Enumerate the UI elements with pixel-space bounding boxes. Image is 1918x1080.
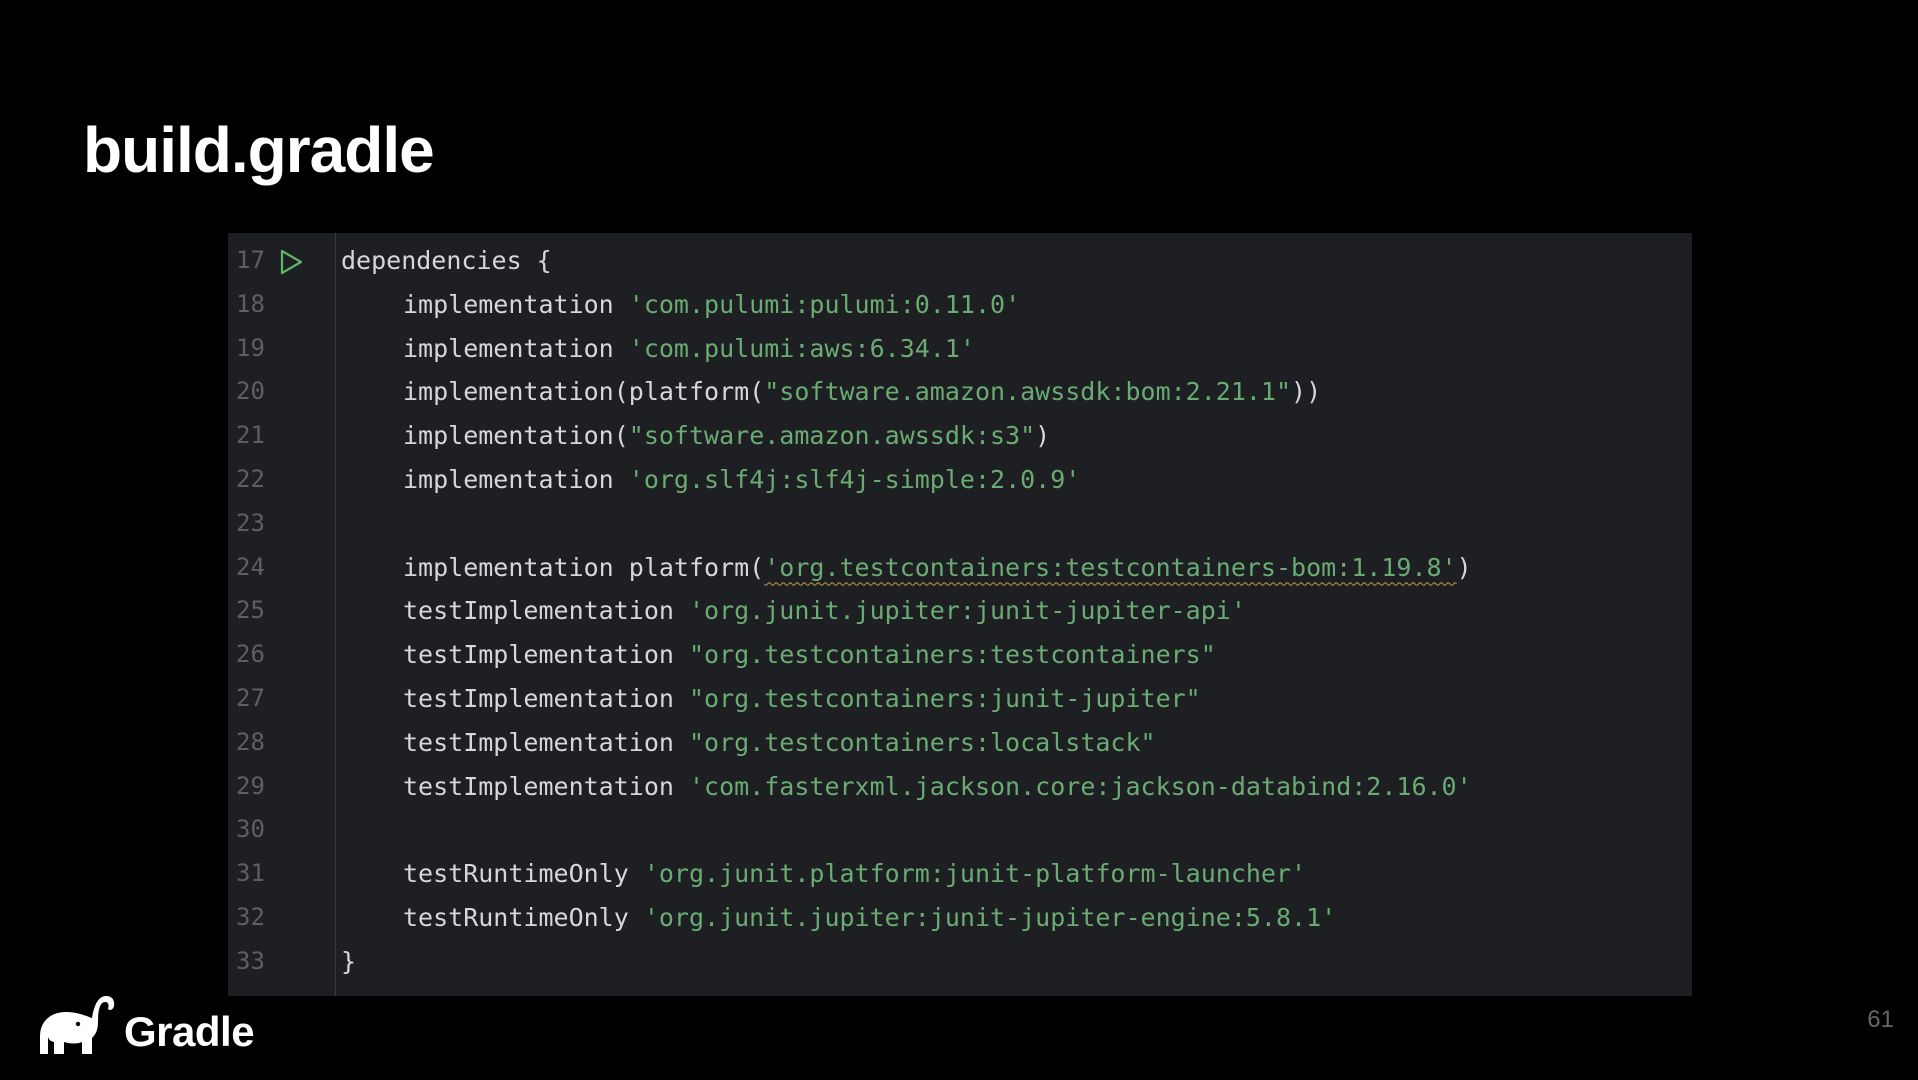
code-text: implementation 'org.slf4j:slf4j-simple:2… — [341, 458, 1080, 502]
line-number: 22 — [236, 464, 265, 493]
code-token: } — [341, 946, 357, 976]
brand-name: Gradle — [124, 1008, 255, 1055]
run-gutter-icon[interactable] — [278, 249, 304, 275]
code-token: implementation — [403, 464, 629, 494]
line-number: 33 — [236, 946, 265, 975]
code-line[interactable]: 24 implementation platform('org.testconta… — [228, 546, 1692, 590]
code-text: implementation 'com.pulumi:aws:6.34.1' — [341, 327, 975, 371]
string-literal: 'org.junit.jupiter:junit-jupiter-engine:… — [643, 902, 1337, 932]
string-literal: "org.testcontainers:testcontainers" — [688, 640, 1216, 670]
string-literal: 'org.slf4j:slf4j-simple:2.0.9' — [628, 464, 1081, 494]
string-literal: 'com.pulumi:aws:6.34.1' — [628, 333, 975, 363]
code-token: testImplementation — [403, 640, 689, 670]
page-number: 61 — [1867, 1006, 1894, 1033]
string-literal: "org.testcontainers:localstack" — [688, 727, 1156, 757]
code-line[interactable]: 31 testRuntimeOnly 'org.junit.platform:ju… — [228, 852, 1692, 896]
code-text: testImplementation "org.testcontainers:t… — [341, 633, 1216, 677]
code-token: dependencies { — [341, 246, 552, 275]
code-text: dependencies { — [341, 239, 552, 283]
slide-title: build.gradle — [83, 114, 435, 186]
code-token-tail: ) — [1456, 552, 1472, 582]
gradle-logo: Gradle — [34, 992, 255, 1056]
code-line[interactable]: 22 implementation 'org.slf4j:slf4j-simple… — [228, 458, 1692, 502]
code-line[interactable]: 26 testImplementation "org.testcontainers… — [228, 633, 1692, 677]
string-literal: 'org.junit.jupiter:junit-jupiter-api' — [688, 596, 1246, 626]
code-text: implementation 'com.pulumi:pulumi:0.11.0… — [341, 283, 1020, 327]
code-token: testRuntimeOnly — [403, 859, 644, 889]
code-token: testRuntimeOnly — [403, 902, 644, 932]
code-text: testImplementation "org.testcontainers:l… — [341, 721, 1156, 765]
code-line[interactable]: 29 testImplementation 'com.fasterxml.jack… — [228, 765, 1692, 809]
code-token: implementation(platform( — [403, 377, 765, 407]
string-literal-warning: 'org.testcontainers:testcontainers-bom:1… — [764, 552, 1457, 582]
string-literal: "software.amazon.awssdk:s3" — [628, 421, 1036, 451]
code-line[interactable]: 30 — [228, 808, 1692, 852]
elephant-icon — [40, 996, 115, 1054]
code-editor[interactable]: 17 dependencies { 18 implementation 'com.pu… — [228, 233, 1692, 996]
string-literal: "software.amazon.awssdk:bom:2.21.1" — [764, 377, 1292, 407]
code-line[interactable]: 18 implementation 'com.pulumi:pulumi:0.11… — [228, 283, 1692, 327]
string-literal: 'com.pulumi:pulumi:0.11.0' — [628, 289, 1021, 319]
code-line[interactable]: 27 testImplementation "org.testcontainers… — [228, 677, 1692, 721]
code-token: implementation — [403, 333, 629, 363]
code-token: testImplementation — [403, 771, 689, 801]
line-number: 30 — [236, 815, 265, 844]
line-number: 19 — [236, 333, 265, 362]
code-line[interactable]: 19 implementation 'com.pulumi:aws:6.34.1' — [228, 327, 1692, 371]
code-line[interactable]: 28 testImplementation "org.testcontainers… — [228, 721, 1692, 765]
line-number: 23 — [236, 508, 265, 537]
code-line[interactable]: 21 implementation("software.amazon.awssdk… — [228, 414, 1692, 458]
code-line[interactable]: 20 implementation(platform("software.amaz… — [228, 370, 1692, 414]
code-line[interactable]: 17 dependencies { — [228, 239, 1692, 283]
line-number: 17 — [236, 246, 265, 274]
code-token: implementation( — [403, 421, 629, 451]
code-text: implementation("software.amazon.awssdk:s… — [341, 414, 1050, 458]
line-number: 26 — [236, 640, 265, 669]
code-text: testImplementation 'org.junit.jupiter:ju… — [341, 589, 1246, 633]
string-literal: 'org.junit.platform:junit-platform-launc… — [643, 859, 1307, 889]
line-number: 20 — [236, 377, 265, 406]
line-number: 27 — [236, 683, 265, 712]
line-number: 29 — [236, 771, 265, 800]
code-token-tail: )) — [1291, 377, 1322, 407]
string-literal: "org.testcontainers:junit-jupiter" — [688, 683, 1201, 713]
line-number: 28 — [236, 727, 265, 756]
line-number: 31 — [236, 859, 265, 888]
line-number: 18 — [236, 289, 265, 318]
code-token: implementation platform( — [403, 552, 765, 582]
code-text: implementation platform('org.testcontain… — [341, 546, 1472, 590]
code-token: testImplementation — [403, 596, 689, 626]
line-number: 21 — [236, 421, 265, 450]
code-token-tail: ) — [1035, 421, 1051, 451]
line-number: 32 — [236, 902, 265, 931]
line-number: 24 — [236, 552, 265, 581]
code-line[interactable]: 23 — [228, 502, 1692, 546]
code-line[interactable]: 32 testRuntimeOnly 'org.junit.jupiter:jun… — [228, 896, 1692, 940]
line-number: 25 — [236, 596, 265, 625]
code-lines: 17 dependencies { 18 implementation 'com.pu… — [228, 239, 1692, 984]
code-token: testImplementation — [403, 727, 689, 757]
code-text: testRuntimeOnly 'org.junit.jupiter:junit… — [341, 896, 1336, 940]
code-token: testImplementation — [403, 683, 689, 713]
code-text: } — [341, 940, 356, 984]
code-text: testImplementation "org.testcontainers:j… — [341, 677, 1201, 721]
code-text: testImplementation 'com.fasterxml.jackso… — [341, 765, 1472, 809]
code-text: testRuntimeOnly 'org.junit.platform:juni… — [341, 852, 1306, 896]
code-line[interactable]: 25 testImplementation 'org.junit.jupiter:… — [228, 589, 1692, 633]
code-text: implementation(platform("software.amazon… — [341, 370, 1321, 414]
string-literal: 'com.fasterxml.jackson.core:jackson-data… — [688, 771, 1472, 801]
code-token: implementation — [403, 289, 629, 319]
code-line[interactable]: 33} — [228, 940, 1692, 984]
